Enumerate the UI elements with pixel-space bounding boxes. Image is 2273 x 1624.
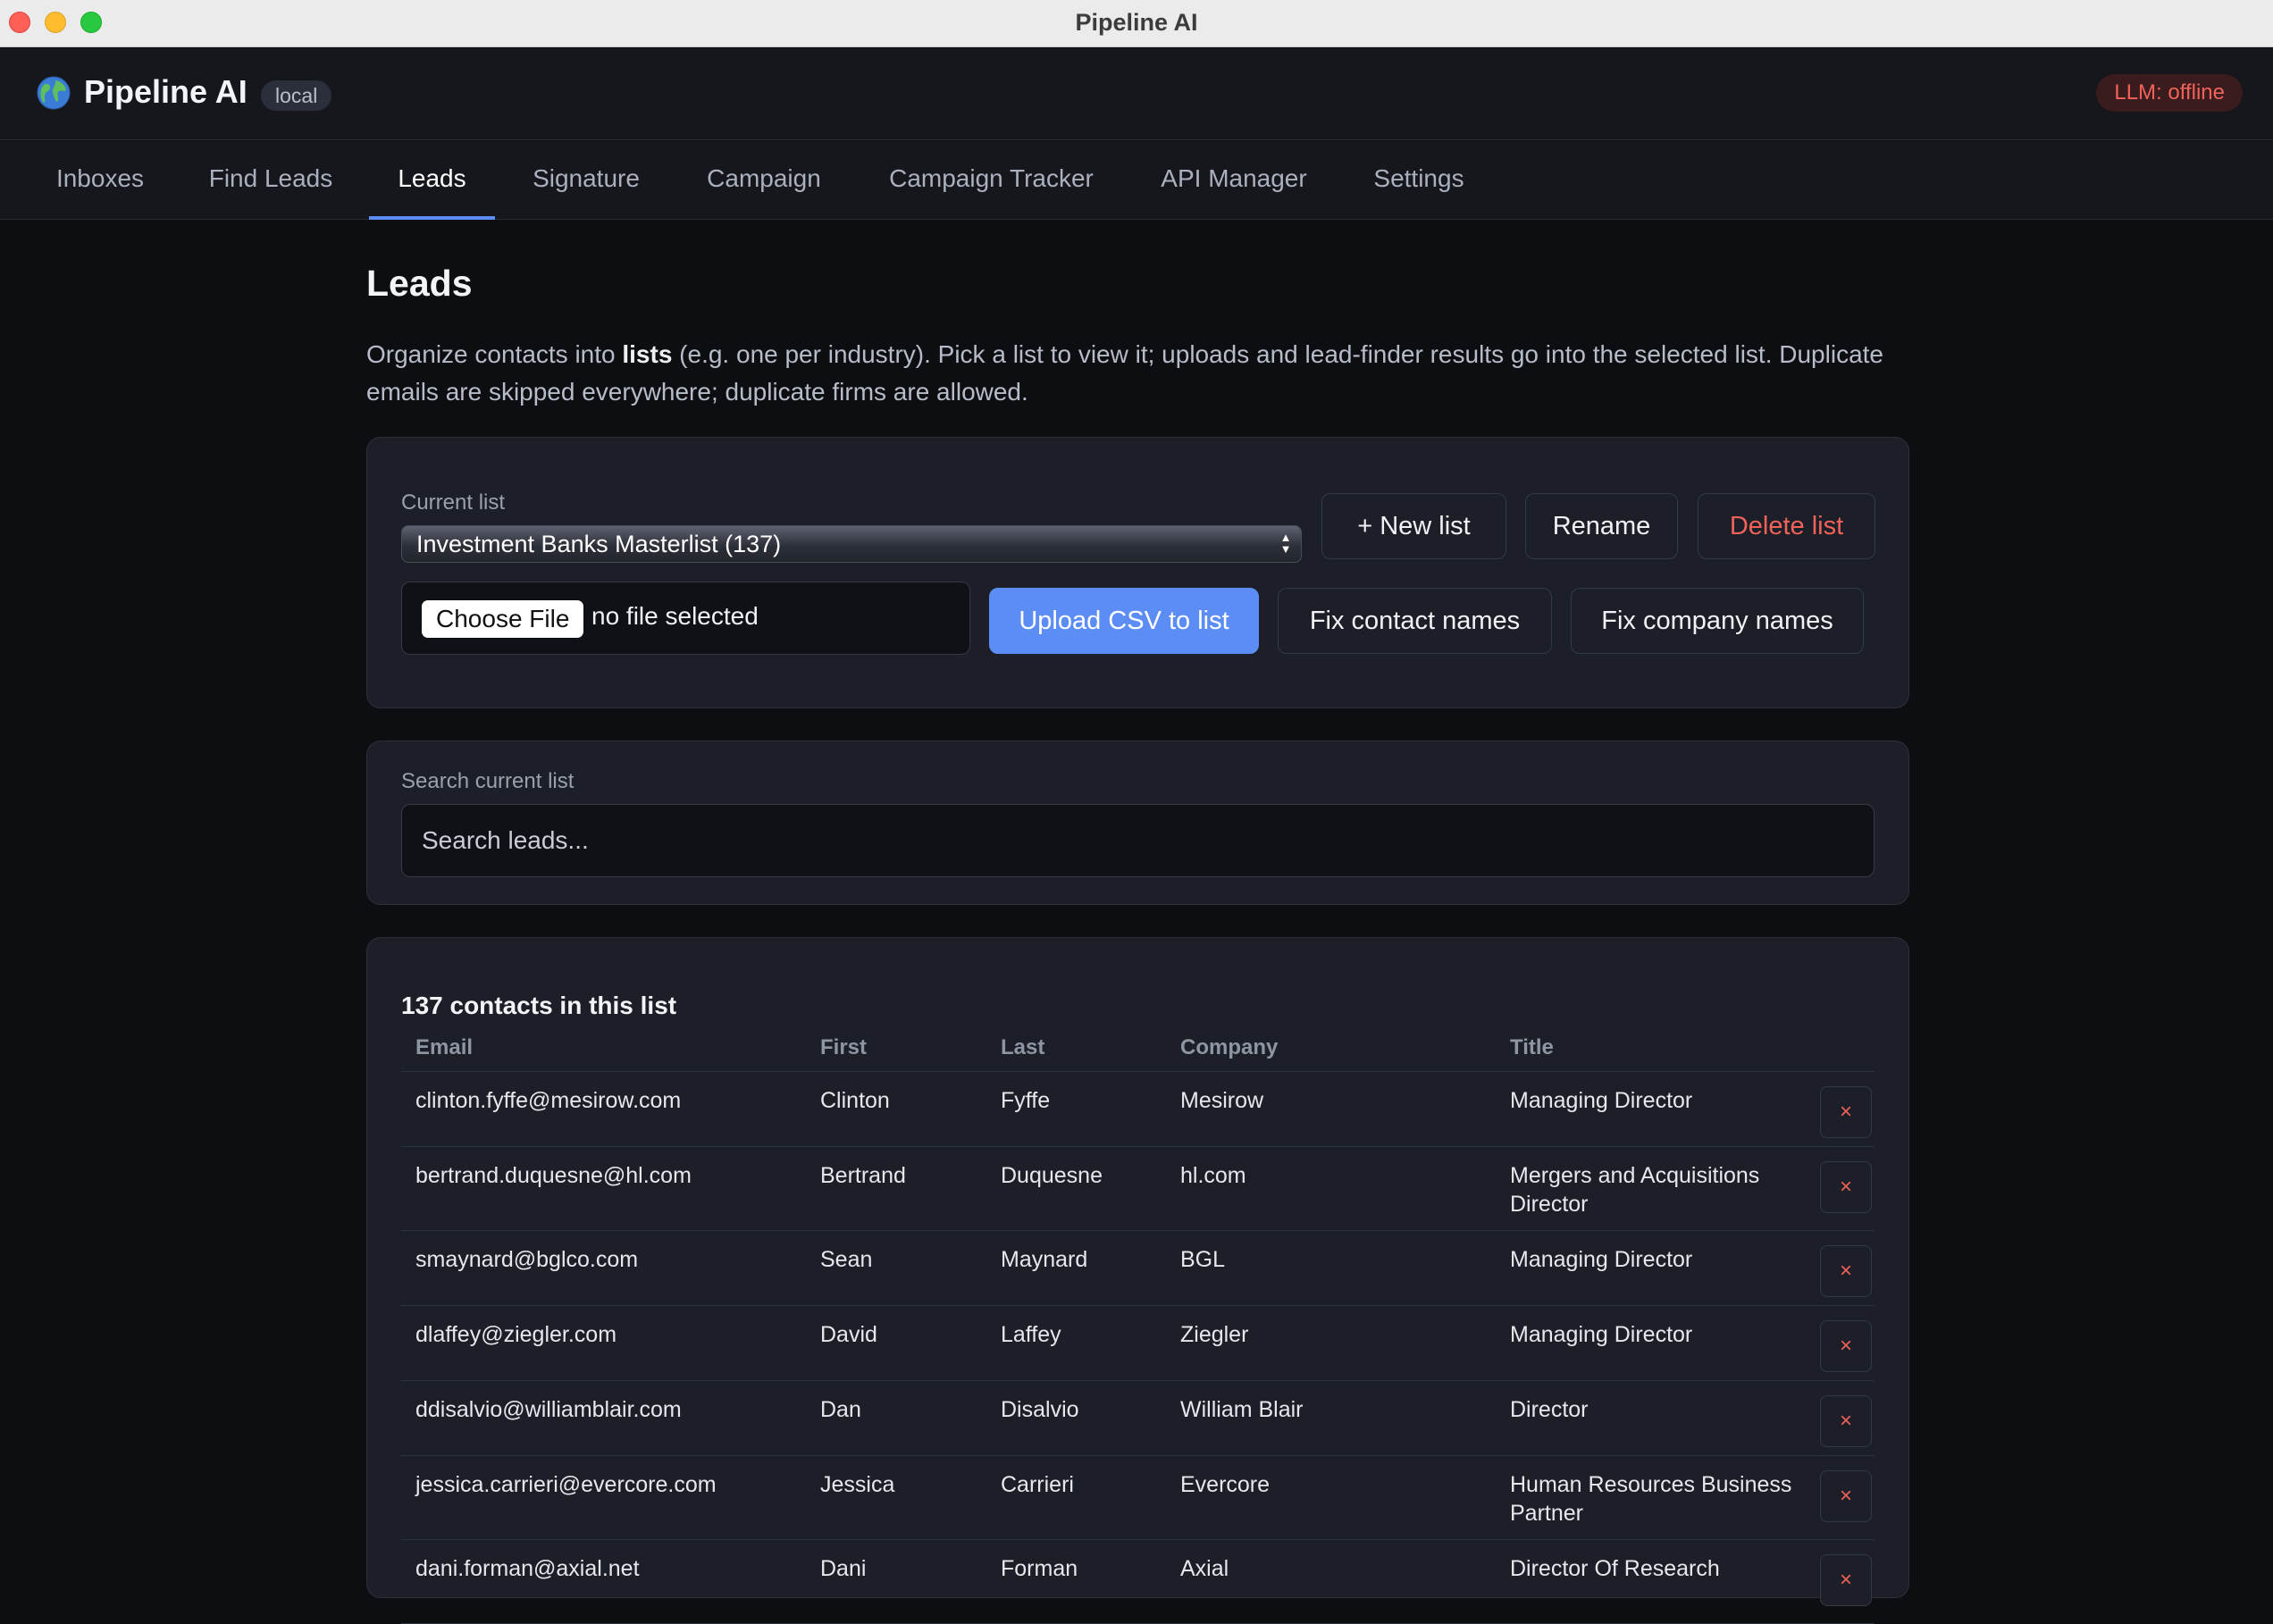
- cell-last: Carrieri: [1001, 1472, 1074, 1497]
- cell-first: Bertrand: [820, 1163, 906, 1188]
- table-row: dlaffey@ziegler.com David Laffey Ziegler…: [401, 1306, 1875, 1381]
- cell-company: BGL: [1180, 1247, 1226, 1272]
- cell-company: Mesirow: [1180, 1088, 1264, 1113]
- csv-file-input[interactable]: Choose File no file selected: [401, 582, 970, 655]
- cell-company: Ziegler: [1180, 1322, 1249, 1347]
- cell-last: Fyffe: [1001, 1088, 1051, 1113]
- tab-signature[interactable]: Signature: [531, 141, 642, 220]
- cell-title: Managing Director: [1510, 1247, 1693, 1272]
- table-row: dani.forman@axial.net Dani Forman Axial …: [401, 1540, 1875, 1624]
- contacts-table-card: 137 contacts in this list Email First La…: [366, 937, 1909, 1624]
- current-list-select[interactable]: Investment Banks Masterlist (137) ▲ ▼: [401, 525, 1302, 563]
- cell-last: Laffey: [1001, 1322, 1061, 1347]
- contacts-count: 137 contacts in this list: [401, 992, 677, 1019]
- column-header-email: Email: [415, 1035, 474, 1059]
- delete-contact-button[interactable]: ×: [1820, 1395, 1872, 1447]
- cell-last: Forman: [1001, 1556, 1078, 1581]
- selected-file-name: no file selected: [591, 602, 759, 630]
- cell-email: dlaffey@ziegler.com: [415, 1322, 617, 1347]
- window-title: Pipeline AI: [1075, 9, 1198, 36]
- search-card: Search current list: [366, 741, 1909, 905]
- cell-title: Director Of Research: [1510, 1556, 1720, 1581]
- cell-email: ddisalvio@williamblair.com: [415, 1397, 682, 1422]
- tab-leads[interactable]: Leads: [369, 141, 495, 220]
- search-leads-input[interactable]: [401, 804, 1875, 877]
- delete-contact-button[interactable]: ×: [1820, 1161, 1872, 1213]
- cell-company: hl.com: [1180, 1163, 1246, 1188]
- fix-contact-names-button[interactable]: Fix contact names: [1278, 588, 1552, 654]
- cell-title: Human Resources Business Partner: [1510, 1472, 1792, 1526]
- table-row: ddisalvio@williamblair.com Dan Disalvio …: [401, 1381, 1875, 1456]
- rename-list-button[interactable]: Rename: [1525, 493, 1678, 559]
- llm-status-badge: LLM: offline: [2096, 74, 2243, 112]
- table-row: jessica.carrieri@evercore.com Jessica Ca…: [401, 1456, 1875, 1540]
- delete-contact-button[interactable]: ×: [1820, 1245, 1872, 1297]
- globe-icon: [37, 76, 71, 110]
- delete-contact-button[interactable]: ×: [1820, 1554, 1872, 1606]
- description-text: Organize contacts into: [366, 340, 623, 368]
- tab-settings[interactable]: Settings: [1371, 141, 1467, 220]
- page-description: Organize contacts into lists (e.g. one p…: [366, 336, 1921, 411]
- delete-contact-button[interactable]: ×: [1820, 1470, 1872, 1522]
- current-list-label: Current list: [401, 490, 506, 515]
- column-header-company: Company: [1180, 1035, 1279, 1059]
- select-arrows-icon: ▲ ▼: [1279, 531, 1292, 556]
- column-header-last: Last: [1001, 1035, 1045, 1059]
- table-row: bertrand.duquesne@hl.com Bertrand Duques…: [401, 1147, 1875, 1231]
- tab-campaign[interactable]: Campaign: [706, 141, 822, 220]
- cell-company: William Blair: [1180, 1397, 1304, 1422]
- tab-campaign-tracker[interactable]: Campaign Tracker: [886, 141, 1096, 220]
- cell-last: Maynard: [1001, 1247, 1088, 1272]
- cell-email: dani.forman@axial.net: [415, 1556, 640, 1581]
- cell-email: clinton.fyffe@mesirow.com: [415, 1088, 682, 1113]
- app-header: Pipeline AI local LLM: offline: [0, 48, 2273, 140]
- cell-last: Duquesne: [1001, 1163, 1103, 1188]
- delete-contact-button[interactable]: ×: [1820, 1086, 1872, 1138]
- fix-company-names-button[interactable]: Fix company names: [1571, 588, 1864, 654]
- tab-find-leads[interactable]: Find Leads: [208, 141, 333, 220]
- cell-title: Managing Director: [1510, 1088, 1693, 1113]
- cell-company: Axial: [1180, 1556, 1229, 1581]
- search-label: Search current list: [401, 769, 575, 793]
- cell-company: Evercore: [1180, 1472, 1271, 1497]
- cell-first: Clinton: [820, 1088, 890, 1113]
- cell-email: smaynard@bglco.com: [415, 1247, 639, 1272]
- cell-email: jessica.carrieri@evercore.com: [415, 1472, 717, 1497]
- tab-inboxes[interactable]: Inboxes: [55, 141, 145, 220]
- cell-first: Dan: [820, 1397, 861, 1422]
- column-header-first: First: [820, 1035, 868, 1059]
- table-row: clinton.fyffe@mesirow.com Clinton Fyffe …: [401, 1072, 1875, 1147]
- delete-list-button[interactable]: Delete list: [1698, 493, 1875, 559]
- cell-first: Dani: [820, 1556, 867, 1581]
- cell-title: Mergers and Acquisitions Director: [1510, 1163, 1760, 1217]
- delete-contact-button[interactable]: ×: [1820, 1320, 1872, 1372]
- current-list-value: Investment Banks Masterlist (137): [416, 531, 782, 557]
- cell-email: bertrand.duquesne@hl.com: [415, 1163, 692, 1188]
- app-name: Pipeline AI: [84, 73, 247, 110]
- cell-title: Director: [1510, 1397, 1589, 1422]
- new-list-button[interactable]: + New list: [1321, 493, 1506, 559]
- choose-file-button[interactable]: Choose File: [422, 600, 584, 638]
- column-header-title: Title: [1510, 1035, 1554, 1059]
- page-title: Leads: [366, 263, 473, 304]
- cell-last: Disalvio: [1001, 1397, 1079, 1422]
- main-nav: Inboxes Find Leads Leads Signature Campa…: [0, 141, 2273, 220]
- upload-csv-button[interactable]: Upload CSV to list: [989, 588, 1259, 654]
- tab-api-manager[interactable]: API Manager: [1160, 141, 1308, 220]
- window-titlebar: Pipeline AI: [0, 0, 2273, 47]
- cell-first: David: [820, 1322, 877, 1347]
- description-emphasis: lists: [622, 340, 673, 368]
- table-row: smaynard@bglco.com Sean Maynard BGL Mana…: [401, 1231, 1875, 1306]
- environment-badge: local: [261, 80, 332, 111]
- cell-first: Jessica: [820, 1472, 895, 1497]
- cell-title: Managing Director: [1510, 1322, 1693, 1347]
- list-management-card: Current list Investment Banks Masterlist…: [366, 437, 1909, 708]
- cell-first: Sean: [820, 1247, 873, 1272]
